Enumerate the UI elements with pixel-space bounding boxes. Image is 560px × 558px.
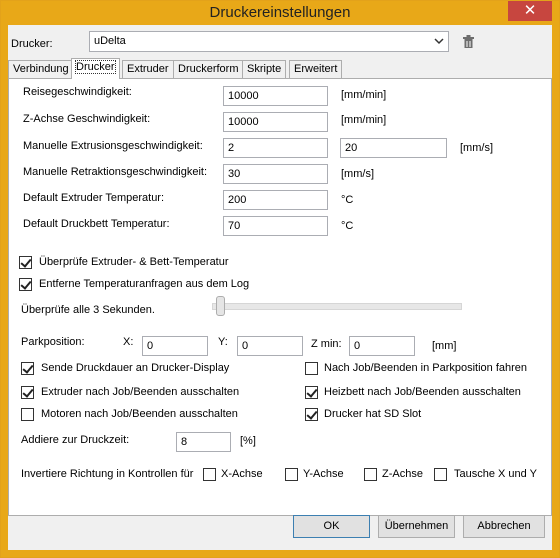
sd-slot-checkbox[interactable] [305,408,318,421]
extrusion-speed-input[interactable]: 2 [223,138,328,158]
tab-drucker[interactable]: Drucker [71,58,120,79]
tab-druckerform[interactable]: Druckerform [173,60,244,78]
travel-speed-unit: [mm/min] [341,89,387,101]
bed-temp-input[interactable]: 70 [223,216,328,236]
extruder-temp-label: Default Extruder Temperatur: [23,192,165,204]
bed-off-label: Heizbett nach Job/Beenden ausschalten [324,386,521,398]
swap-xy-checkbox[interactable] [434,468,447,481]
bed-temp-label: Default Druckbett Temperatur: [23,218,170,230]
z-speed-unit: [mm/min] [341,114,387,126]
tab-panel-drucker: Reisegeschwindigkeit: 10000 [mm/min] Z-A… [8,78,552,516]
remove-temp-log-label: Entferne Temperaturanfragen aus dem Log [39,278,250,290]
retraction-speed-unit: [mm/s] [341,168,374,180]
invert-z-label: Z-Achse [382,468,423,480]
retraction-speed-input[interactable]: 30 [223,164,328,184]
park-unit: [mm] [432,340,457,352]
motors-off-label: Motoren nach Job/Beenden ausschalten [41,408,238,420]
tab-verbindung[interactable]: Verbindung [8,60,74,78]
send-duration-label: Sende Druckdauer an Drucker-Display [41,362,230,374]
z-speed-input[interactable]: 10000 [223,112,328,132]
remove-temp-log-checkbox[interactable] [19,278,32,291]
apply-button[interactable]: Übernehmen [378,515,455,538]
cancel-button[interactable]: Abbrechen [463,515,545,538]
check-temp-checkbox[interactable] [19,256,32,269]
tab-extruder[interactable]: Extruder [122,60,174,78]
printer-select[interactable]: uDelta [89,31,449,52]
trash-icon[interactable] [463,35,474,48]
extrusion-speed-unit: [mm/s] [460,142,493,154]
extruder-off-checkbox[interactable] [21,386,34,399]
park-zmin-label: Z min: [311,338,342,350]
extrusion-speed-max-input[interactable]: 20 [340,138,447,158]
travel-speed-label: Reisegeschwindigkeit: [23,86,132,98]
send-duration-checkbox[interactable] [21,362,34,375]
park-x-label: X: [123,336,134,348]
travel-speed-input[interactable]: 10000 [223,86,328,106]
close-button[interactable]: ✕ [508,1,552,21]
interval-slider-thumb[interactable] [216,296,225,316]
z-speed-label: Z-Achse Geschwindigkeit: [23,113,151,125]
invert-y-checkbox[interactable] [285,468,298,481]
extruder-temp-input[interactable]: 200 [223,190,328,210]
dialog-window: Druckereinstellungen ✕ Drucker: uDelta V… [0,0,560,558]
park-label: Parkposition: [21,336,85,348]
printer-label: Drucker: [11,38,53,50]
printer-select-value: uDelta [94,35,126,47]
invert-x-label: X-Achse [221,468,263,480]
invert-x-checkbox[interactable] [203,468,216,481]
print-time-input[interactable]: 8 [176,432,231,452]
interval-slider-track[interactable] [212,303,462,310]
ok-button[interactable]: OK [293,515,370,538]
park-after-job-checkbox[interactable] [305,362,318,375]
park-x-input[interactable]: 0 [142,336,208,356]
bed-temp-unit: °C [341,220,354,232]
dialog-content: Drucker: uDelta Verbindung Drucker Extru… [8,25,552,550]
swap-xy-label: Tausche X und Y [454,468,537,480]
sd-slot-label: Drucker hat SD Slot [324,408,422,420]
invert-label: Invertiere Richtung in Kontrollen für [21,468,194,480]
park-after-job-label: Nach Job/Beenden in Parkposition fahren [324,362,528,374]
title-bar[interactable]: Druckereinstellungen ✕ [1,1,559,25]
print-time-unit: [%] [240,435,256,447]
interval-label: Überprüfe alle 3 Sekunden. [21,304,155,316]
chevron-down-icon [434,38,444,45]
extruder-off-label: Extruder nach Job/Beenden ausschalten [41,386,240,398]
tab-drucker-label: Drucker [75,60,116,74]
window-title: Druckereinstellungen [209,4,351,21]
park-zmin-input[interactable]: 0 [349,336,415,356]
bed-off-checkbox[interactable] [305,386,318,399]
park-y-input[interactable]: 0 [237,336,303,356]
retraction-speed-label: Manuelle Retraktionsgeschwindigkeit: [23,166,208,178]
tab-erweitert[interactable]: Erweitert [289,60,343,78]
extruder-temp-unit: °C [341,194,354,206]
print-time-label: Addiere zur Druckzeit: [21,434,130,446]
motors-off-checkbox[interactable] [21,408,34,421]
invert-z-checkbox[interactable] [364,468,377,481]
invert-y-label: Y-Achse [303,468,344,480]
park-y-label: Y: [218,336,228,348]
tab-skripte[interactable]: Skripte [242,60,287,78]
extrusion-speed-label: Manuelle Extrusionsgeschwindigkeit: [23,140,203,152]
check-temp-label: Überprüfe Extruder- & Bett-Temperatur [39,256,229,268]
